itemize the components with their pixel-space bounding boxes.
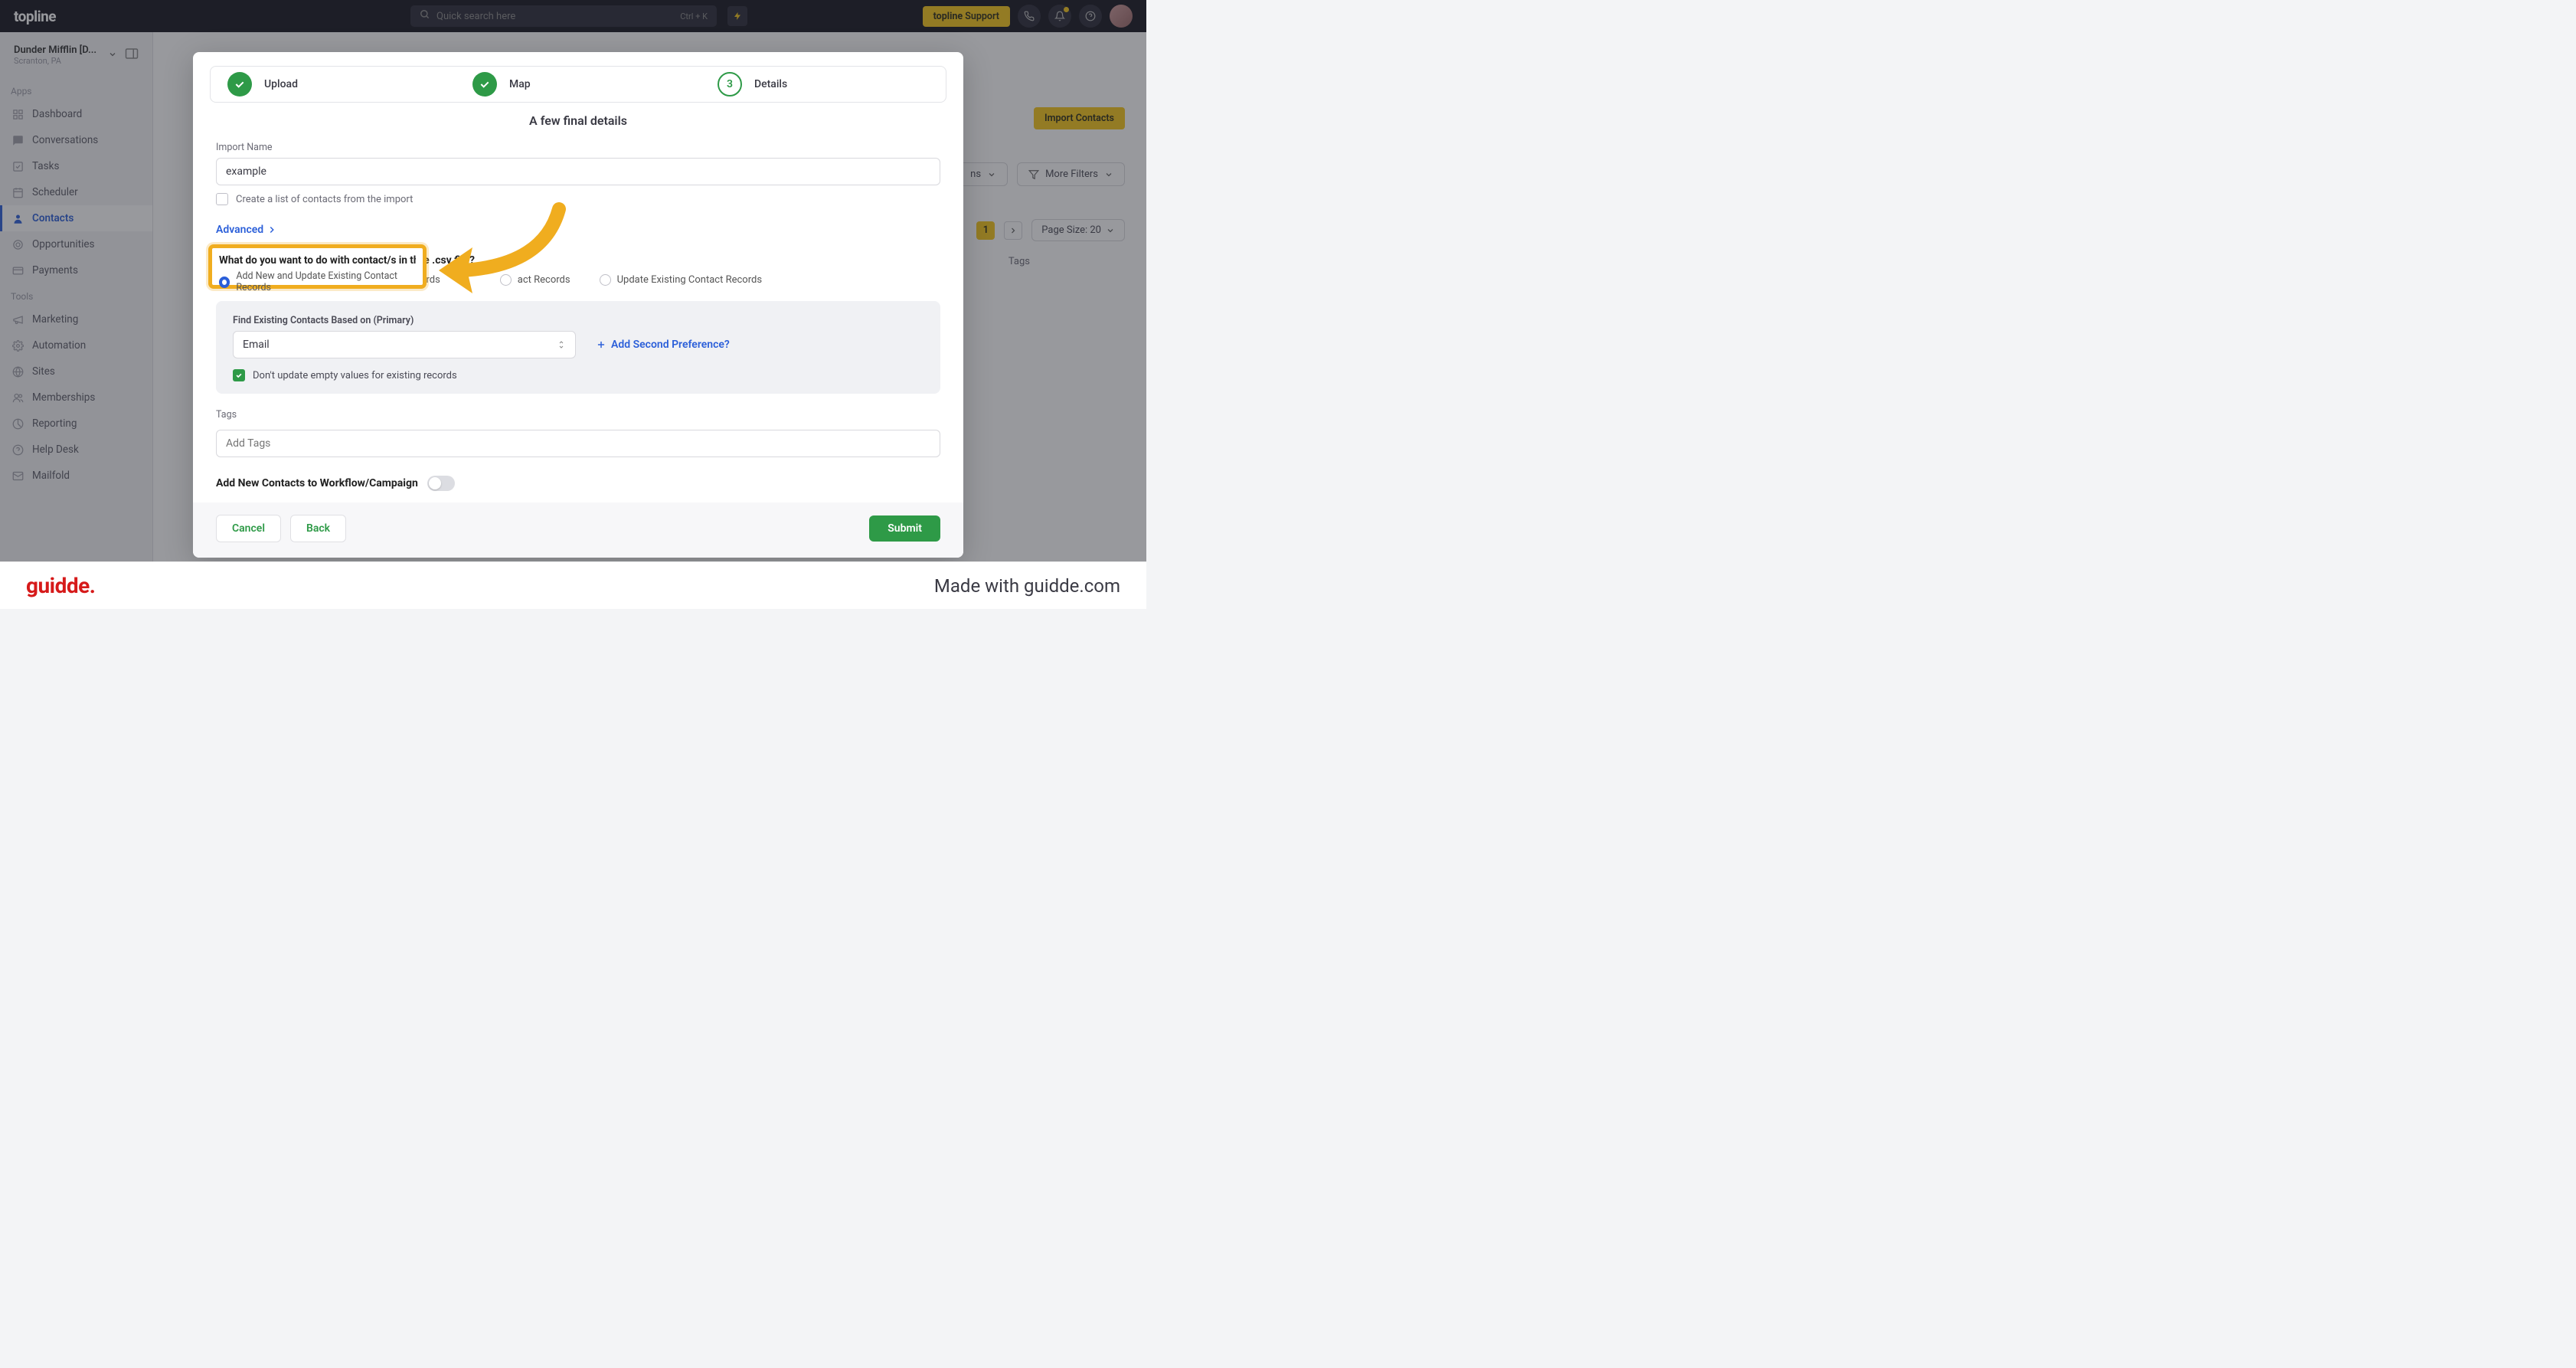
import-name-input[interactable] [216, 158, 940, 185]
cancel-button[interactable]: Cancel [216, 515, 281, 542]
modal-footer: Cancel Back Submit [193, 502, 963, 558]
radio-add-new[interactable]: act Records [500, 274, 570, 286]
advanced-toggle[interactable]: Advanced [216, 224, 940, 236]
step-upload: Upload [211, 72, 456, 97]
find-label: Find Existing Contacts Based on (Primary… [233, 315, 924, 326]
watermark-footer: guidde. Made with guidde.com [0, 561, 1146, 609]
highlight-question: What do you want to do with contact/s in… [219, 254, 416, 267]
wizard-steps: Upload Map 3Details [210, 66, 946, 103]
guidde-logo: guidde. [26, 573, 95, 598]
step-number: 3 [718, 72, 742, 97]
dont-update-empty-checkbox[interactable]: Don't update empty values for existing r… [233, 369, 924, 381]
checkbox-checked-icon [233, 369, 245, 381]
workflow-toggle-row: Add New Contacts to Workflow/Campaign [216, 476, 940, 491]
step-map: Map [456, 72, 701, 97]
primary-field-select[interactable]: Email [233, 331, 576, 358]
toggle-knob-icon [429, 477, 441, 489]
made-with-text: Made with guidde.com [934, 575, 1120, 597]
checkmark-icon [472, 72, 497, 97]
tags-input[interactable] [216, 430, 940, 457]
import-modal: Upload Map 3Details A few final details … [193, 52, 963, 558]
add-second-preference[interactable]: Add Second Preference? [596, 339, 730, 351]
checkbox-icon [216, 193, 228, 205]
submit-button[interactable]: Submit [869, 515, 940, 542]
checkmark-icon [227, 72, 252, 97]
back-button[interactable]: Back [290, 515, 346, 542]
create-list-checkbox-row[interactable]: Create a list of contacts from the impor… [216, 193, 940, 205]
highlight-radio-row: Add New and Update Existing Contact Reco… [219, 270, 416, 293]
annotation-highlight: What do you want to do with contact/s in… [208, 244, 427, 289]
tags-label: Tags [216, 409, 940, 421]
radio-icon [500, 274, 512, 286]
import-name-label: Import Name [216, 142, 940, 153]
modal-form: Import Name Create a list of contacts fr… [193, 142, 963, 502]
step-details: 3Details [701, 72, 946, 97]
find-existing-panel: Find Existing Contacts Based on (Primary… [216, 301, 940, 394]
modal-title: A few final details [193, 113, 963, 128]
radio-icon [600, 274, 611, 286]
workflow-toggle[interactable] [427, 476, 455, 491]
radio-on-icon [219, 277, 230, 288]
radio-update-existing[interactable]: Update Existing Contact Records [600, 274, 762, 286]
